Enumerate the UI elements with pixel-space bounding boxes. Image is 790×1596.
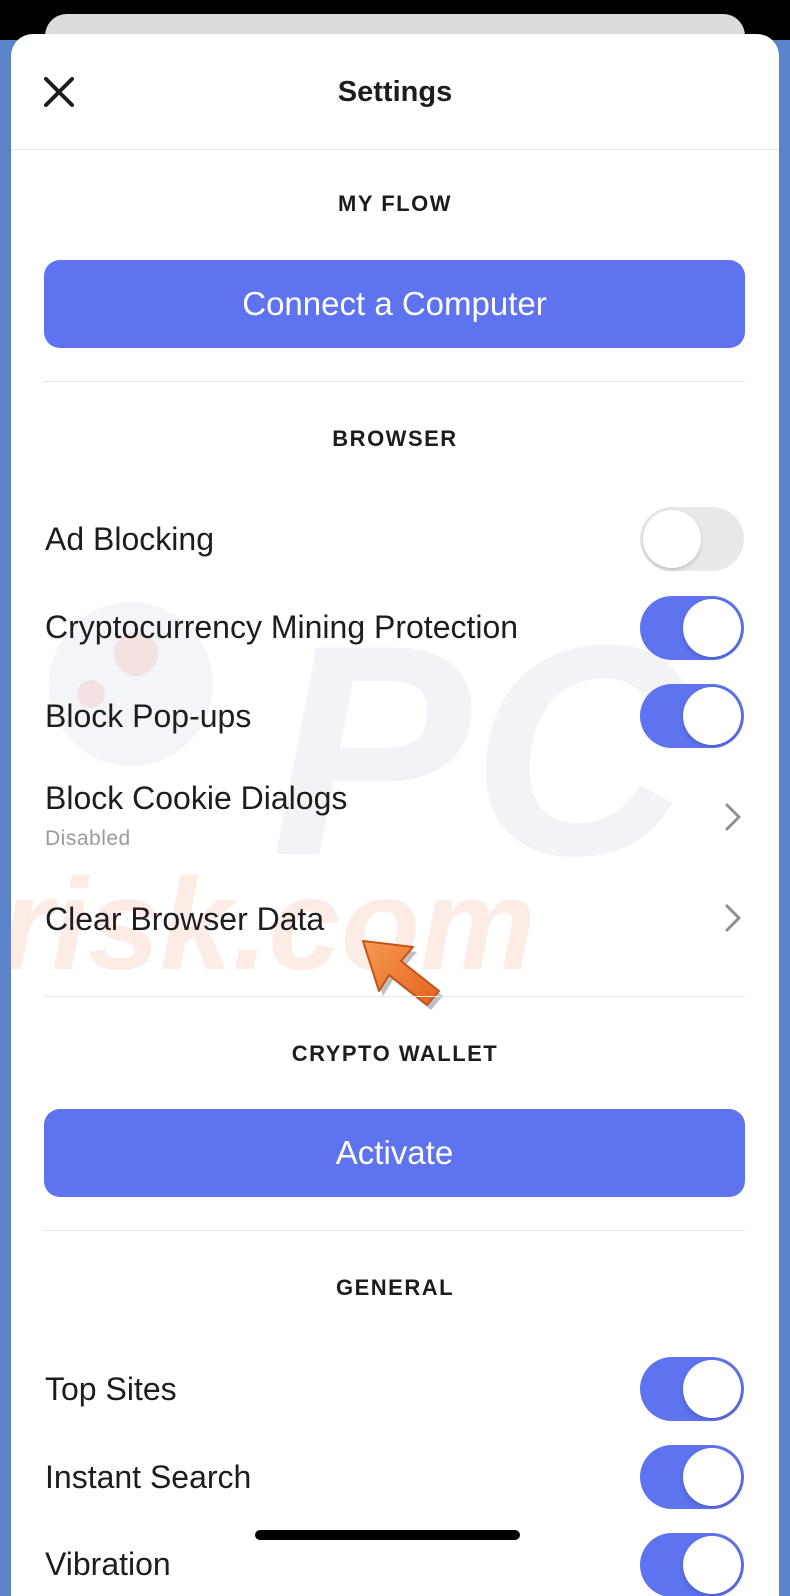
chevron-right-icon[interactable] <box>723 801 743 833</box>
instant-search-toggle[interactable] <box>640 1445 744 1509</box>
toggle-knob <box>683 1448 741 1506</box>
home-indicator <box>255 1530 520 1540</box>
divider <box>44 996 745 997</box>
toggle-knob <box>683 1536 741 1594</box>
chevron-right-icon[interactable] <box>723 902 743 934</box>
block-cookie-dialogs-status: Disabled <box>45 827 131 850</box>
ad-blocking-toggle[interactable] <box>640 507 744 571</box>
header: Settings <box>11 34 779 150</box>
crypto-mining-protection-toggle[interactable] <box>640 596 744 660</box>
section-title-crypto-wallet: CRYPTO WALLET <box>291 1041 499 1066</box>
settings-sheet: PC risk.com Settings MY FLOW Connect a C… <box>11 34 779 1596</box>
block-popups-toggle[interactable] <box>640 684 744 748</box>
section-title-browser: BROWSER <box>332 426 458 451</box>
section-title-my-flow: MY FLOW <box>338 191 452 216</box>
toggle-knob <box>683 599 741 657</box>
connect-computer-button[interactable]: Connect a Computer <box>44 260 745 348</box>
ad-blocking-label: Ad Blocking <box>45 521 214 557</box>
arrow-pointer-icon <box>362 940 443 1010</box>
block-cookie-dialogs-item[interactable]: Block Cookie Dialogs <box>45 780 347 817</box>
instant-search-label: Instant Search <box>45 1459 252 1495</box>
toggle-knob <box>643 510 701 568</box>
block-popups-label: Block Pop-ups <box>45 698 252 734</box>
vibration-toggle[interactable] <box>640 1533 744 1596</box>
top-sites-toggle[interactable] <box>640 1357 744 1421</box>
vibration-label: Vibration <box>45 1546 171 1582</box>
section-title-general: GENERAL <box>335 1275 455 1300</box>
divider <box>44 381 745 382</box>
toggle-knob <box>683 1360 741 1418</box>
divider <box>44 1230 745 1231</box>
crypto-mining-protection-label: Cryptocurrency Mining Protection <box>45 609 519 645</box>
page-title: Settings <box>337 76 453 108</box>
toggle-knob <box>683 687 741 745</box>
top-sites-label: Top Sites <box>45 1371 177 1407</box>
activate-button[interactable]: Activate <box>44 1109 745 1197</box>
clear-browser-data-item[interactable]: Clear Browser Data <box>45 901 324 938</box>
